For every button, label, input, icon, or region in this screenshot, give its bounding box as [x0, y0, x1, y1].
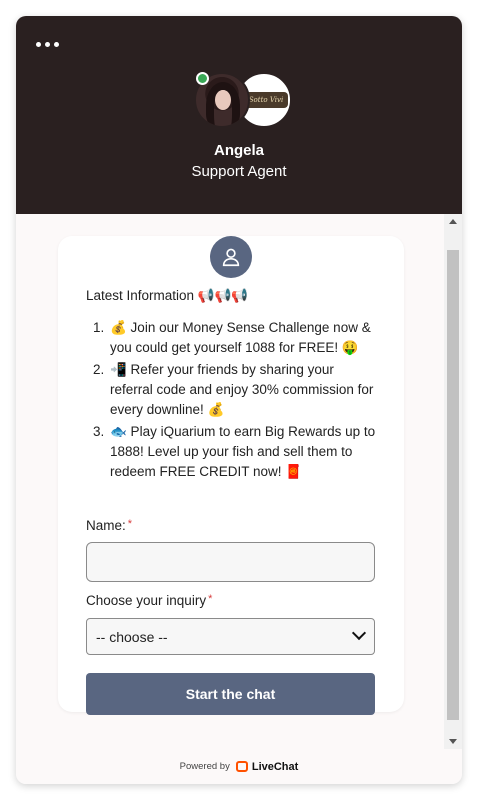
brand-logo: Sotto Vivi: [244, 92, 288, 108]
agent-role: Support Agent: [191, 163, 287, 180]
required-mark: *: [127, 518, 133, 530]
name-field[interactable]: [86, 542, 375, 582]
pre-chat-form-card: Latest Information 📢📢📢 1. 💰 Join our Mon…: [58, 236, 404, 715]
scroll-thumb[interactable]: [447, 250, 459, 720]
online-status-icon: [196, 72, 209, 85]
info-title: Latest Information 📢📢📢: [86, 288, 249, 303]
chevron-down-icon: [351, 625, 367, 641]
scroll-up-arrow-icon[interactable]: [449, 219, 457, 224]
chat-content[interactable]: Latest Information 📢📢📢 1. 💰 Join our Mon…: [16, 214, 462, 749]
inquiry-select[interactable]: -- choose --: [86, 618, 375, 655]
start-chat-button[interactable]: Start the chat: [86, 673, 375, 715]
chat-header: Sotto Vivi Angela Support Agent: [16, 16, 462, 214]
scroll-down-arrow-icon[interactable]: [449, 739, 457, 744]
livechat-logo-icon: [235, 761, 248, 772]
scrollbar[interactable]: [444, 214, 462, 749]
footer: Powered by LiveChat: [16, 749, 462, 784]
name-label: Name: *: [86, 518, 133, 533]
inquiry-label: Choose your inquiry *: [86, 593, 213, 608]
inquiry-selected-value: -- choose --: [96, 628, 168, 645]
avatar-group: Sotto Vivi: [194, 72, 294, 128]
powered-by-text: Powered by: [179, 761, 230, 772]
list-item-text: 📲 Refer your friends by sharing your ref…: [110, 362, 374, 417]
list-item-text: 🐟 Play iQuarium to earn Big Rewards up t…: [110, 424, 376, 479]
list-item: 2. 📲 Refer your friends by sharing your …: [93, 362, 374, 417]
menu-dots-icon[interactable]: [36, 38, 60, 50]
required-mark: *: [208, 593, 213, 605]
chat-widget: Sotto Vivi Angela Support Agent Latest I…: [16, 16, 462, 784]
user-icon: [210, 236, 252, 278]
info-list: 1. 💰 Join our Money Sense Challenge now …: [93, 318, 380, 484]
livechat-brand[interactable]: LiveChat: [252, 761, 298, 773]
list-item: 3. 🐟 Play iQuarium to earn Big Rewards u…: [93, 424, 376, 479]
agent-name: Angela: [213, 142, 264, 159]
list-item: 1. 💰 Join our Money Sense Challenge now …: [93, 320, 371, 355]
list-item-text: 💰 Join our Money Sense Challenge now & y…: [110, 320, 371, 355]
